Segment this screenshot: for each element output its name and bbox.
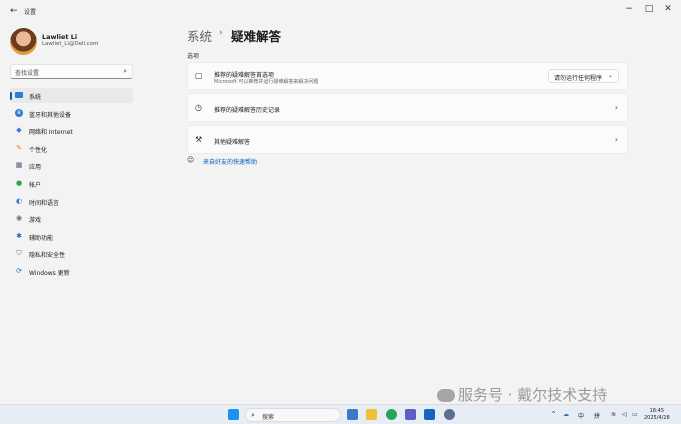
ime-mode[interactable]: 拼 <box>594 411 600 420</box>
battery-icon[interactable]: ▭ <box>632 411 638 418</box>
teams-icon[interactable] <box>405 409 416 420</box>
gamepad-icon: ◉ <box>15 214 23 222</box>
breadcrumb-parent[interactable]: 系统 <box>187 26 212 45</box>
history-icon: ◷ <box>195 103 202 112</box>
taskbar: ⌕ 搜索 ^ ☁ 中 拼 ≋ ◁ ▭ 18:45 2025/4/28 <box>0 404 681 424</box>
clock-date: 2025/4/28 <box>644 415 670 421</box>
accessibility-icon: ✱ <box>16 232 22 240</box>
minimize-button[interactable]: − <box>623 4 635 14</box>
active-indicator <box>10 92 12 100</box>
user-email: Lawliet_Li@Dell.com <box>42 41 99 47</box>
apps-icon: ▦ <box>15 161 23 169</box>
user-name: Lawliet Li <box>42 33 78 41</box>
sidebar-item-gaming[interactable]: ◉ 游戏 <box>10 211 133 226</box>
chevron-right-icon: › <box>614 103 618 112</box>
back-arrow-icon[interactable]: ← <box>10 6 18 16</box>
edge-icon[interactable] <box>386 409 397 420</box>
recommended-history-card[interactable]: ◷ 推荐的疑难解答历史记录 › <box>187 93 628 122</box>
sidebar: Lawliet Li Lawliet_Li@Dell.com 查找设置 ⌕ 系统… <box>0 20 140 404</box>
sidebar-item-system[interactable]: 系统 <box>10 88 133 103</box>
maximize-button[interactable]: □ <box>643 4 655 14</box>
search-placeholder: 查找设置 <box>15 70 40 77</box>
sidebar-item-label: 游戏 <box>29 217 42 224</box>
volume-icon[interactable]: ◁ <box>622 411 627 418</box>
taskbar-search-label: 搜索 <box>262 414 275 421</box>
sidebar-item-time-language[interactable]: ◐ 时间和语言 <box>10 194 133 209</box>
watermark: 服务号 · 戴尔技术支持 <box>437 384 607 405</box>
sidebar-item-label: 网络和 Internet <box>29 129 73 136</box>
shield-icon: ⛉ <box>16 249 22 257</box>
section-label: 选项 <box>187 53 200 60</box>
chevron-up-icon[interactable]: ^ <box>551 411 556 418</box>
chat-bubble-icon: ▢ <box>195 71 203 80</box>
settings-gear-icon[interactable] <box>444 409 455 420</box>
title-bar: ← 设置 − □ ✕ <box>0 0 681 20</box>
sidebar-item-apps[interactable]: ▦ 应用 <box>10 158 133 173</box>
update-icon: ⟳ <box>16 267 22 275</box>
sidebar-item-accessibility[interactable]: ✱ 辅助功能 <box>10 229 133 244</box>
clock-time: 18:45 <box>649 408 665 414</box>
sidebar-item-label: 辅助功能 <box>29 235 54 242</box>
sidebar-item-label: 个性化 <box>29 147 48 154</box>
person-icon: ● <box>15 179 23 187</box>
clock[interactable]: 18:45 2025/4/28 <box>644 408 670 422</box>
sidebar-item-label: 应用 <box>29 164 42 171</box>
sidebar-item-label: 蓝牙和其他设备 <box>29 112 72 119</box>
card-title: 推荐的疑难解答历史记录 <box>214 107 281 114</box>
task-view-icon[interactable] <box>347 409 358 420</box>
app-title: 设置 <box>24 9 37 16</box>
outlook-icon[interactable] <box>424 409 435 420</box>
search-input[interactable]: 查找设置 ⌕ <box>10 64 133 79</box>
wrench-icon: ⚒ <box>195 135 203 144</box>
sidebar-item-label: 帐户 <box>29 182 42 189</box>
troubleshooter-preference-dropdown[interactable]: 请勿运行任何程序 ⌄ <box>548 69 619 83</box>
avatar[interactable] <box>10 28 37 55</box>
search-icon: ⌕ <box>251 411 255 419</box>
sidebar-item-label: Windows 更新 <box>29 270 70 277</box>
sidebar-item-label: 时间和语言 <box>29 200 60 207</box>
dropdown-value: 请勿运行任何程序 <box>554 75 603 82</box>
globe-clock-icon: ◐ <box>15 197 23 205</box>
wifi-icon: ◆ <box>16 126 22 134</box>
bluetooth-icon: ʙ <box>15 109 23 117</box>
sidebar-item-network[interactable]: ◆ 网络和 Internet <box>10 123 133 138</box>
sidebar-item-label: 隐私和安全性 <box>29 252 66 259</box>
sidebar-item-bluetooth[interactable]: ʙ 蓝牙和其他设备 <box>10 106 133 121</box>
help-person-icon: ☺ <box>187 156 195 164</box>
chevron-down-icon: ⌄ <box>607 72 613 79</box>
taskbar-search[interactable]: ⌕ 搜索 <box>245 408 341 422</box>
sidebar-item-label: 系统 <box>29 94 42 101</box>
settings-window: ← 设置 − □ ✕ Lawliet Li Lawliet_Li@Dell.co… <box>0 0 681 404</box>
sidebar-item-privacy[interactable]: ⛉ 隐私和安全性 <box>10 246 133 261</box>
other-troubleshooters-card[interactable]: ⚒ 其他疑难解答 › <box>187 125 628 154</box>
file-explorer-icon[interactable] <box>366 409 377 420</box>
chevron-right-icon: › <box>614 135 618 144</box>
monitor-icon <box>15 92 23 98</box>
search-icon: ⌕ <box>123 67 127 75</box>
start-icon[interactable] <box>228 409 239 420</box>
sidebar-item-accounts[interactable]: ● 帐户 <box>10 176 133 191</box>
recommended-preferences-card[interactable]: ▢ 推荐的疑难解答首选项 Microsoft 可以推荐并运行疑难解答来解决问题 … <box>187 62 628 90</box>
sidebar-item-personalization[interactable]: ✎ 个性化 <box>10 141 133 156</box>
page-title: 疑难解答 <box>231 29 282 44</box>
card-description: Microsoft 可以推荐并运行疑难解答来解决问题 <box>214 79 319 85</box>
card-title: 其他疑难解答 <box>214 139 251 146</box>
quick-assist-link[interactable]: 来自好友的快速帮助 <box>203 157 257 166</box>
brush-icon: ✎ <box>16 144 22 152</box>
wifi-icon[interactable]: ≋ <box>611 411 616 418</box>
watermark-text: 服务号 · 戴尔技术支持 <box>458 386 608 404</box>
wechat-icon <box>437 389 455 402</box>
breadcrumb-separator: › <box>219 28 223 38</box>
close-button[interactable]: ✕ <box>662 4 674 14</box>
sidebar-item-windows-update[interactable]: ⟳ Windows 更新 <box>10 264 133 279</box>
cloud-icon[interactable]: ☁ <box>563 411 569 418</box>
input-language[interactable]: 中 <box>578 411 584 420</box>
